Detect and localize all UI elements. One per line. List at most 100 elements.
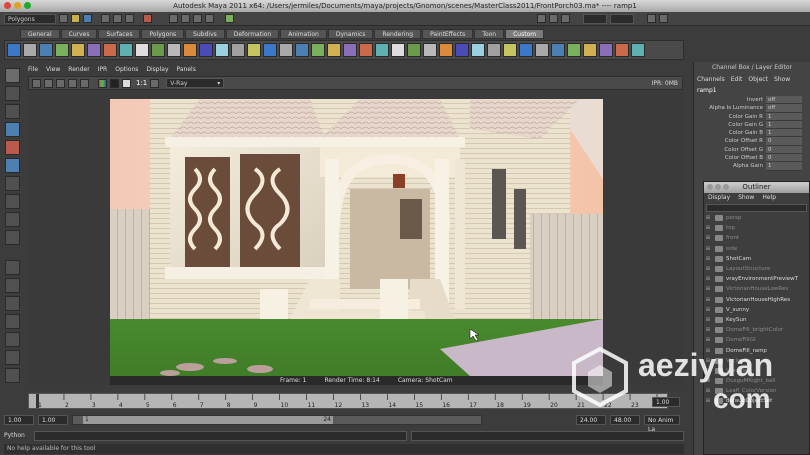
quick-select-field[interactable] [610, 13, 634, 24]
shelf-tab-toon[interactable]: Toon [474, 29, 505, 39]
outliner-item[interactable]: ⊞ LayoutStructure [704, 264, 809, 274]
shelf-tab-polygons[interactable]: Polygons [141, 29, 185, 39]
expand-icon[interactable]: ⊞ [704, 286, 712, 292]
shelf-tab-curves[interactable]: Curves [60, 29, 98, 39]
attribute-row[interactable]: Alpha Is Luminance off [694, 104, 810, 113]
shelf-tool-icon[interactable] [183, 43, 197, 57]
attribute-value[interactable]: 1 [766, 129, 802, 138]
menu-panels[interactable]: Panels [177, 65, 196, 75]
shelf-tool-icon[interactable] [615, 43, 629, 57]
expand-icon[interactable]: ⊞ [704, 225, 712, 231]
shelf-tool-icon[interactable] [103, 43, 117, 57]
expand-icon[interactable]: ⊞ [704, 266, 712, 272]
attribute-row[interactable]: Color Offset R0 [694, 137, 810, 146]
node-name[interactable]: ramp1 [694, 86, 810, 96]
outliner-item[interactable]: ⊞ DomeFill_brightColor [704, 325, 809, 335]
outliner-menu-help[interactable]: Help [762, 193, 776, 203]
shelf-tool-icon[interactable] [311, 43, 325, 57]
mode-menu-dropdown[interactable]: Polygons [4, 13, 56, 24]
render-settings-icon[interactable] [561, 14, 570, 23]
outliner-item[interactable]: ⊞ VictorianHouseHighRes [704, 295, 809, 305]
manipulator-tool-icon[interactable] [4, 176, 20, 191]
shelf-tool-icon[interactable] [455, 43, 469, 57]
shelf-tool-icon[interactable] [7, 43, 21, 57]
expand-icon[interactable]: ⊞ [704, 276, 712, 282]
channel-menu-edit[interactable]: Edit [731, 74, 743, 86]
current-time-marker[interactable] [36, 394, 39, 408]
select-tool-icon[interactable] [4, 68, 20, 83]
attribute-value[interactable]: 0 [766, 137, 802, 146]
attribute-value[interactable]: 0 [766, 154, 802, 163]
expand-icon[interactable]: ⊞ [704, 297, 712, 303]
shelf-tool-icon[interactable] [199, 43, 213, 57]
outliner-item[interactable]: ⊞ top [704, 223, 809, 233]
outliner-minimize-button[interactable] [715, 184, 721, 190]
shelf-tool-icon[interactable] [503, 43, 517, 57]
attribute-value[interactable]: 1 [766, 120, 802, 130]
shelf-tool-icon[interactable] [327, 43, 341, 57]
keep-image-icon[interactable] [150, 78, 160, 88]
ipr-icon[interactable] [68, 78, 77, 88]
shelf-tool-icon[interactable] [551, 43, 565, 57]
channel-menu-channels[interactable]: Channels [697, 74, 725, 86]
command-input[interactable] [33, 430, 407, 441]
expand-icon[interactable]: ⊞ [704, 317, 712, 323]
soft-mod-tool-icon[interactable] [4, 194, 20, 209]
shelf-tool-icon[interactable] [375, 43, 389, 57]
single-pane-layout-icon[interactable] [4, 260, 20, 275]
expand-icon[interactable]: ⊞ [704, 246, 712, 252]
attribute-value[interactable]: 1 [766, 112, 802, 121]
shelf-tool-icon[interactable] [599, 43, 613, 57]
outliner-menu-display[interactable]: Display [708, 193, 730, 203]
attribute-value[interactable]: off [766, 104, 802, 113]
animation-end-field[interactable]: 48.00 [610, 415, 640, 425]
menu-render[interactable]: Render [68, 65, 89, 75]
outliner-item[interactable]: ⊞ V_sunny [704, 305, 809, 315]
renderer-dropdown[interactable]: V-Ray ▾ [166, 78, 225, 88]
render-frame-icon[interactable] [537, 14, 546, 23]
lasso-tool-icon[interactable] [4, 86, 20, 101]
expand-icon[interactable]: ⊞ [704, 307, 712, 313]
attribute-value[interactable]: off [766, 96, 802, 105]
channel-menu-show[interactable]: Show [774, 74, 790, 86]
shelf-tab-surfaces[interactable]: Surfaces [98, 29, 141, 39]
save-scene-icon[interactable] [83, 14, 92, 23]
shelf-tool-icon[interactable] [423, 43, 437, 57]
numeric-input-field[interactable] [583, 13, 607, 24]
animation-start-field[interactable]: 1.00 [4, 415, 34, 425]
outliner-item[interactable]: ⊞ front [704, 233, 809, 243]
real-size-label[interactable]: 1:1 [136, 79, 147, 87]
new-scene-icon[interactable] [59, 14, 68, 23]
shelf-tab-general[interactable]: General [20, 29, 60, 39]
shelf-tool-icon[interactable] [23, 43, 37, 57]
attribute-row[interactable]: Color Gain B1 [694, 129, 810, 138]
show-manipulator-icon[interactable] [4, 212, 20, 227]
rotate-tool-icon[interactable] [4, 140, 20, 155]
shelf-tool-icon[interactable] [215, 43, 229, 57]
outliner-item[interactable]: ⊞ VictorianHouseLowRes [704, 284, 809, 294]
outliner-zoom-button[interactable] [723, 184, 729, 190]
open-scene-icon[interactable] [71, 14, 80, 23]
shelf-tool-icon[interactable] [359, 43, 373, 57]
attribute-row[interactable]: Alpha Gain 1 [694, 162, 810, 171]
attribute-row[interactable]: Color Offset B0 [694, 154, 810, 163]
attribute-row[interactable]: Color Gain R1 [694, 112, 810, 121]
shelf-tool-icon[interactable] [247, 43, 261, 57]
paint-select-tool-icon[interactable] [4, 104, 20, 119]
menu-options[interactable]: Options [115, 65, 138, 75]
outliner-item[interactable]: ⊞ vrayEnvironmentPreviewT [704, 274, 809, 284]
outliner-item[interactable]: ⊞ KeySun [704, 315, 809, 325]
shelf-tab-deformation[interactable]: Deformation [225, 29, 280, 39]
shelf-tool-icon[interactable] [167, 43, 181, 57]
shelf-tool-icon[interactable] [71, 43, 85, 57]
refresh-ipr-icon[interactable] [80, 78, 89, 88]
menu-view[interactable]: View [46, 65, 60, 75]
rgb-channels-icon[interactable] [98, 78, 107, 88]
lock-selection-icon[interactable] [143, 14, 152, 23]
zoom-window-button[interactable] [24, 2, 31, 9]
shelf-tool-icon[interactable] [535, 43, 549, 57]
shelf-tool-icon[interactable] [151, 43, 165, 57]
close-window-button[interactable] [4, 2, 11, 9]
menu-ipr[interactable]: IPR [98, 65, 108, 75]
redo-render-icon[interactable] [32, 78, 41, 88]
